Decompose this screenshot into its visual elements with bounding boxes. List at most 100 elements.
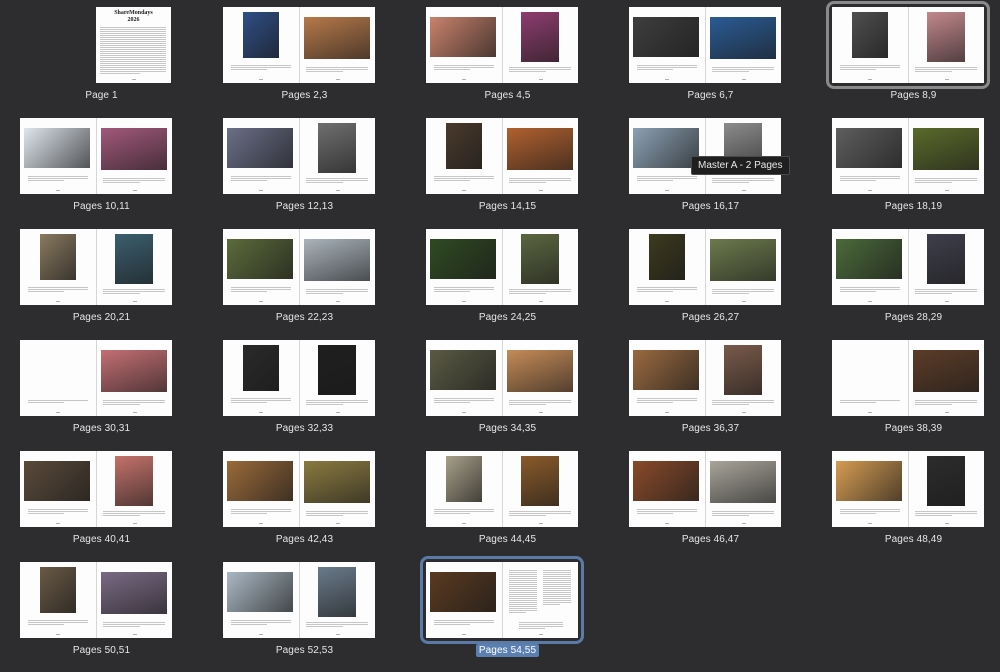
left-page[interactable]: [426, 7, 502, 83]
spread-preview[interactable]: [20, 340, 172, 416]
left-page[interactable]: [223, 229, 299, 305]
spread-preview[interactable]: [426, 340, 578, 416]
spread-thumbnail[interactable]: Pages 54,55: [406, 555, 609, 666]
left-page[interactable]: [223, 118, 299, 194]
spread-preview[interactable]: [629, 7, 781, 83]
right-page[interactable]: [706, 229, 781, 305]
left-page[interactable]: [223, 7, 299, 83]
spread-thumbnail[interactable]: Pages 2,3: [203, 0, 406, 111]
spread-thumbnail[interactable]: Pages 4,5: [406, 0, 609, 111]
spread-preview[interactable]: [832, 340, 984, 416]
right-page[interactable]: [503, 7, 578, 83]
spread-thumbnail[interactable]: Pages 28,29: [812, 222, 1000, 333]
right-page[interactable]: [97, 229, 172, 305]
spread-preview[interactable]: [223, 340, 375, 416]
spread-preview[interactable]: [629, 451, 781, 527]
left-page[interactable]: [426, 340, 502, 416]
left-page[interactable]: [426, 451, 502, 527]
right-page[interactable]: ShareMondays 2026: [96, 7, 171, 83]
right-page[interactable]: [300, 118, 375, 194]
left-page[interactable]: [832, 118, 908, 194]
spread-preview[interactable]: [20, 562, 172, 638]
right-page[interactable]: [503, 118, 578, 194]
spread-thumbnail[interactable]: Pages 6,7: [609, 0, 812, 111]
left-page[interactable]: [629, 7, 705, 83]
right-page[interactable]: [909, 451, 984, 527]
spread-thumbnail[interactable]: ShareMondays 2026 Page 1: [0, 0, 203, 111]
right-page[interactable]: [909, 229, 984, 305]
spread-thumbnail[interactable]: Pages 42,43: [203, 444, 406, 555]
right-page[interactable]: [300, 562, 375, 638]
spread-preview[interactable]: [629, 229, 781, 305]
right-page[interactable]: [300, 7, 375, 83]
left-page[interactable]: [629, 451, 705, 527]
right-page[interactable]: [909, 7, 984, 83]
spread-thumbnail[interactable]: Pages 36,37: [609, 333, 812, 444]
spread-thumbnail[interactable]: Pages 24,25: [406, 222, 609, 333]
left-page[interactable]: [426, 562, 502, 638]
spread-thumbnail[interactable]: Pages 52,53: [203, 555, 406, 666]
right-page[interactable]: [706, 7, 781, 83]
spread-preview[interactable]: [20, 229, 172, 305]
spread-preview[interactable]: [832, 118, 984, 194]
spread-preview[interactable]: [426, 229, 578, 305]
right-page[interactable]: [706, 340, 781, 416]
left-page[interactable]: [832, 7, 908, 83]
spread-thumbnail[interactable]: Pages 44,45: [406, 444, 609, 555]
right-page[interactable]: [503, 562, 578, 638]
spread-preview[interactable]: [223, 451, 375, 527]
spread-preview[interactable]: [420, 556, 584, 644]
spread-thumbnail[interactable]: Pages 18,19: [812, 111, 1000, 222]
left-page[interactable]: [832, 340, 908, 416]
spread-preview[interactable]: [832, 451, 984, 527]
right-page[interactable]: [503, 451, 578, 527]
spread-preview[interactable]: [629, 340, 781, 416]
spread-thumbnail[interactable]: Pages 22,23: [203, 222, 406, 333]
spread-preview[interactable]: [223, 118, 375, 194]
left-page[interactable]: [223, 451, 299, 527]
spread-thumbnail[interactable]: Pages 30,31: [0, 333, 203, 444]
left-page[interactable]: [832, 451, 908, 527]
right-page[interactable]: [503, 229, 578, 305]
right-page[interactable]: [97, 118, 172, 194]
spread-thumbnail[interactable]: Pages 40,41: [0, 444, 203, 555]
spread-preview[interactable]: [832, 229, 984, 305]
right-page[interactable]: [300, 340, 375, 416]
right-page[interactable]: [300, 451, 375, 527]
left-page[interactable]: [20, 118, 96, 194]
left-page[interactable]: [629, 229, 705, 305]
spread-thumbnail[interactable]: Pages 14,15: [406, 111, 609, 222]
right-page[interactable]: [97, 451, 172, 527]
spread-preview[interactable]: [223, 7, 375, 83]
right-page[interactable]: [300, 229, 375, 305]
right-page[interactable]: [97, 340, 172, 416]
spread-preview[interactable]: [826, 1, 990, 89]
spread-thumbnail[interactable]: Pages 12,13: [203, 111, 406, 222]
right-page[interactable]: [909, 340, 984, 416]
spread-thumbnail[interactable]: Pages 38,39: [812, 333, 1000, 444]
left-page[interactable]: [20, 562, 96, 638]
left-page[interactable]: [629, 340, 705, 416]
spread-preview[interactable]: ShareMondays 2026: [96, 7, 172, 83]
right-page[interactable]: [909, 118, 984, 194]
spread-thumbnail[interactable]: Pages 48,49: [812, 444, 1000, 555]
right-page[interactable]: [706, 451, 781, 527]
left-page[interactable]: [20, 229, 96, 305]
spread-thumbnail[interactable]: Pages 50,51: [0, 555, 203, 666]
spread-thumbnail[interactable]: Pages 8,9: [812, 0, 1000, 111]
left-page[interactable]: [426, 118, 502, 194]
spread-preview[interactable]: [20, 451, 172, 527]
left-page[interactable]: [426, 229, 502, 305]
left-page[interactable]: [20, 451, 96, 527]
spread-preview[interactable]: [426, 118, 578, 194]
left-page[interactable]: [832, 229, 908, 305]
spread-thumbnail[interactable]: Pages 26,27: [609, 222, 812, 333]
spread-preview[interactable]: [20, 118, 172, 194]
right-page[interactable]: [97, 562, 172, 638]
spread-preview[interactable]: [223, 562, 375, 638]
spread-thumbnail[interactable]: Pages 10,11: [0, 111, 203, 222]
left-page[interactable]: [223, 562, 299, 638]
spread-preview[interactable]: [426, 451, 578, 527]
spread-preview[interactable]: [426, 7, 578, 83]
left-page[interactable]: [223, 340, 299, 416]
